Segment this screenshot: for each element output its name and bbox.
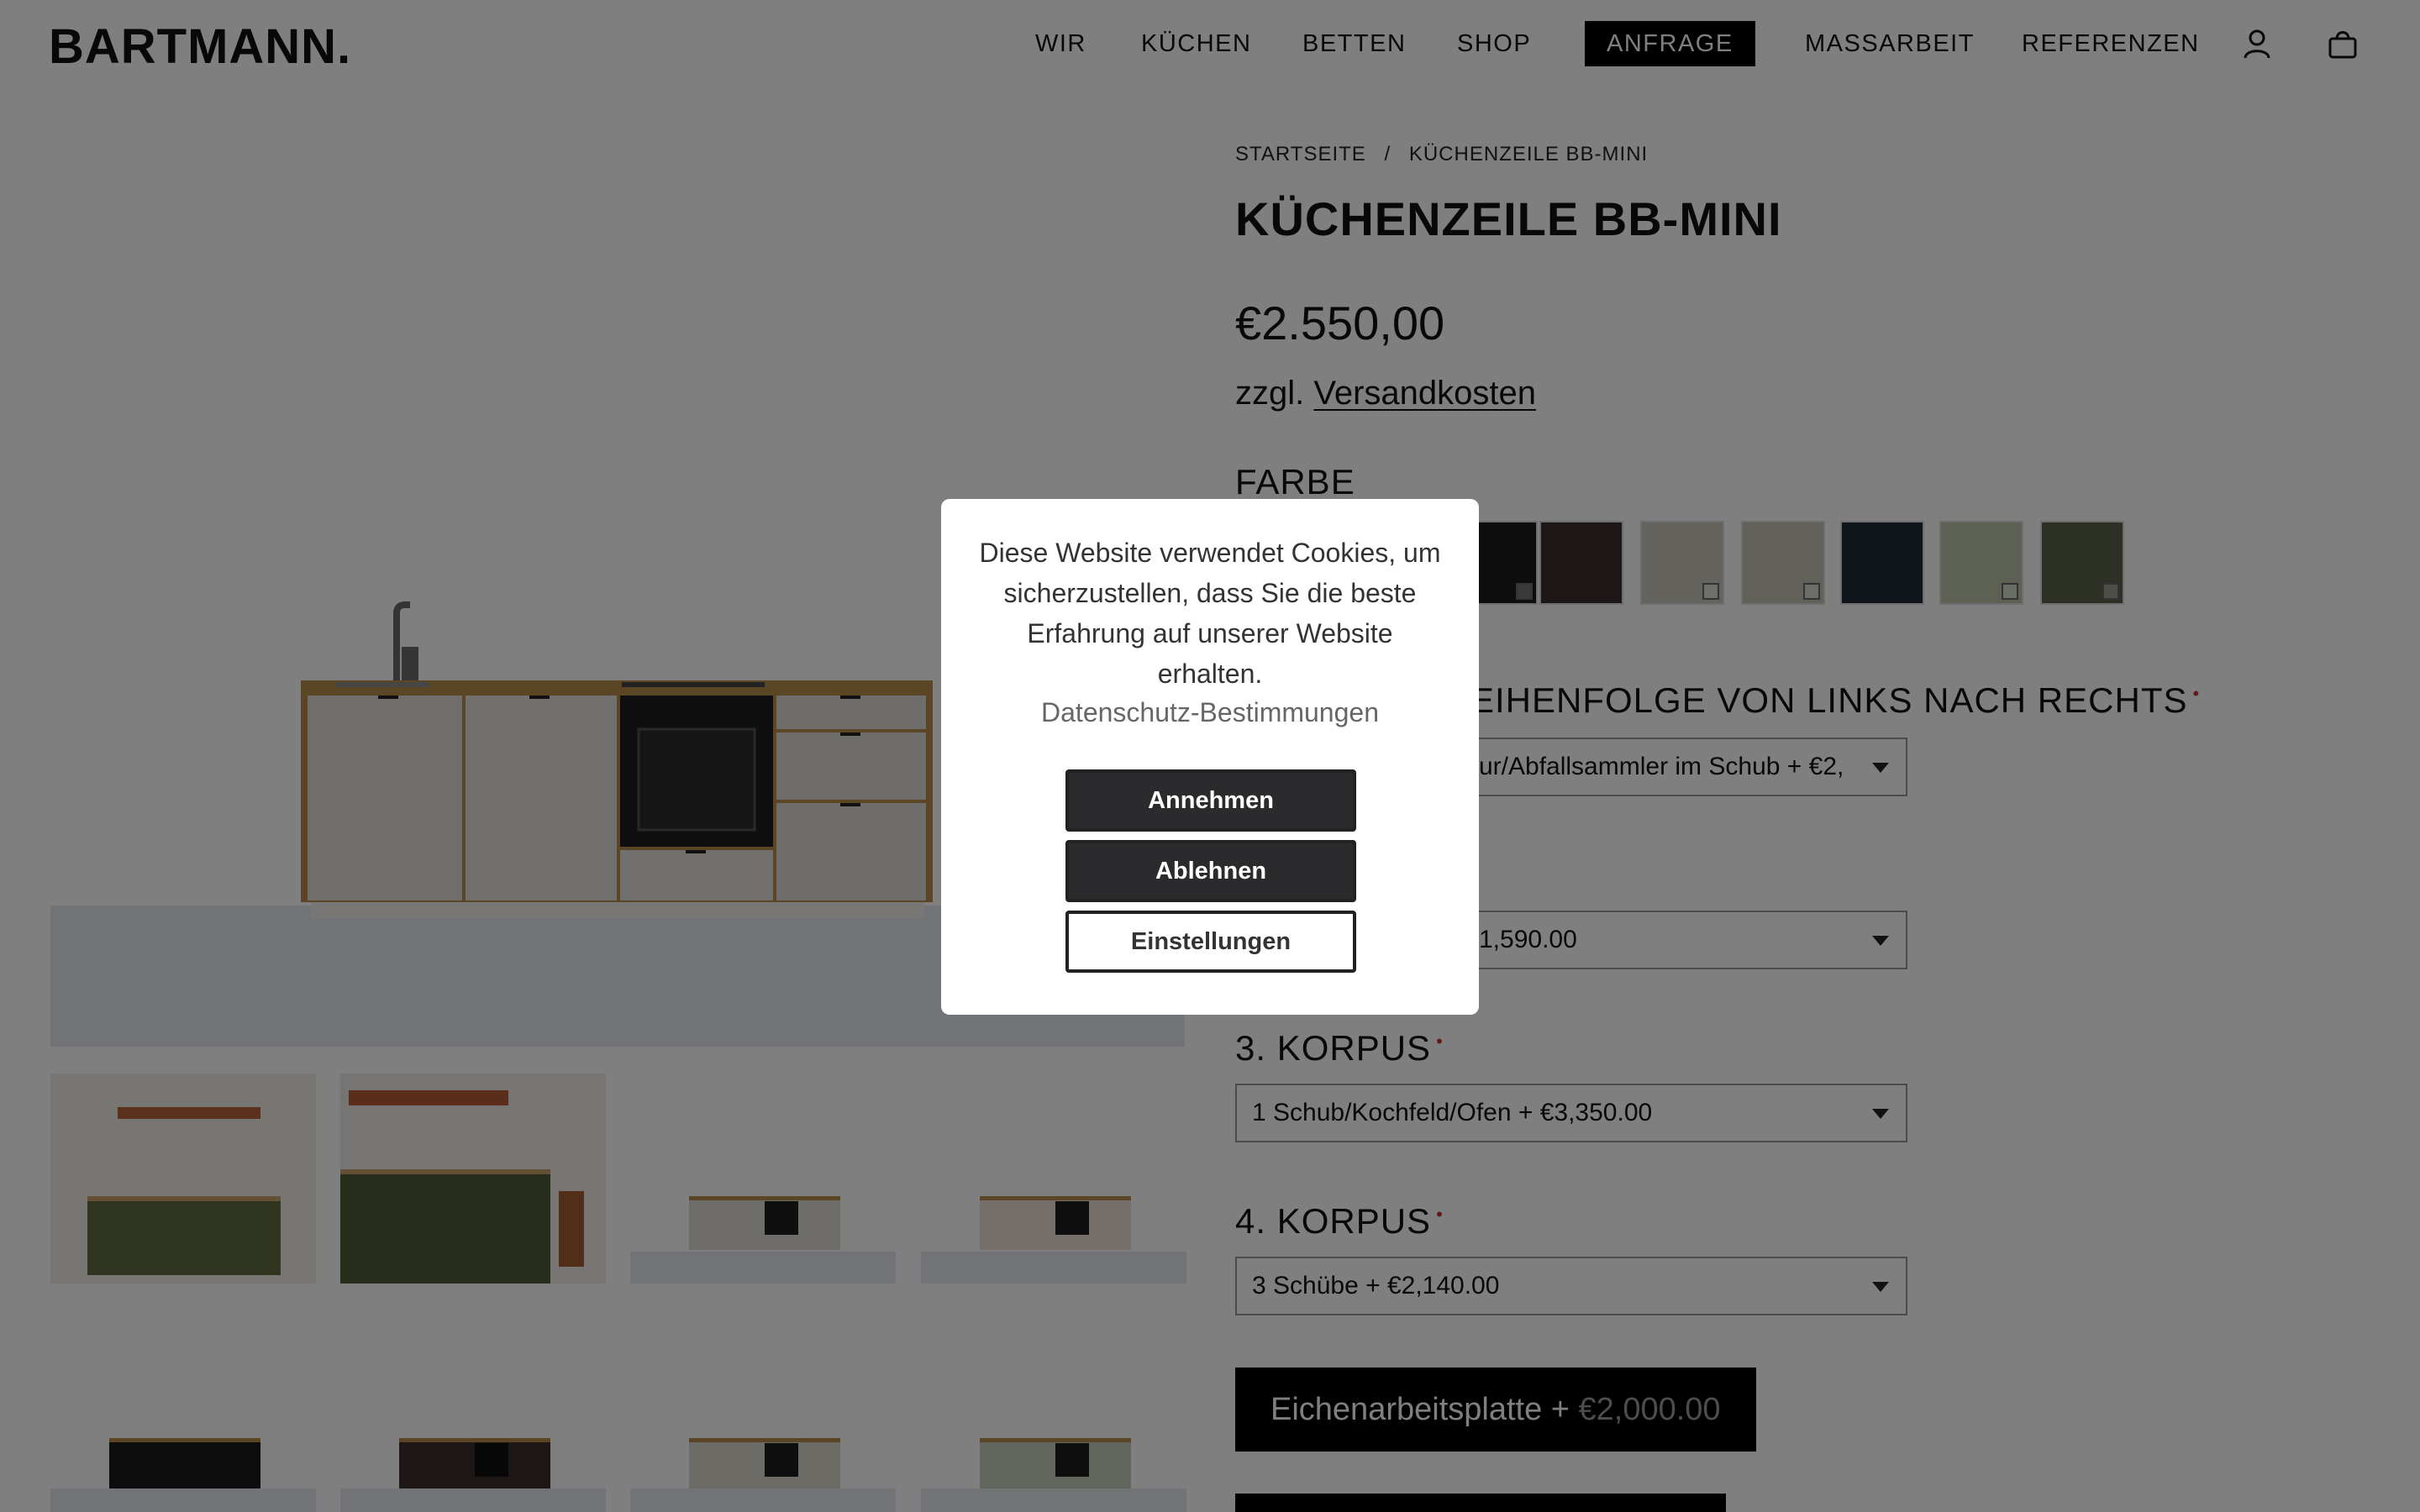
cookie-consent-modal: Diese Website verwendet Cookies, um sich… — [941, 499, 1479, 1015]
privacy-policy-link[interactable]: Datenschutz-Bestimmungen — [975, 697, 1445, 728]
decline-cookies-button[interactable]: Ablehnen — [1065, 840, 1356, 902]
accept-cookies-button[interactable]: Annehmen — [1065, 769, 1356, 832]
cookie-message: Diese Website verwendet Cookies, um sich… — [979, 538, 1441, 689]
cookie-settings-button[interactable]: Einstellungen — [1065, 911, 1356, 973]
